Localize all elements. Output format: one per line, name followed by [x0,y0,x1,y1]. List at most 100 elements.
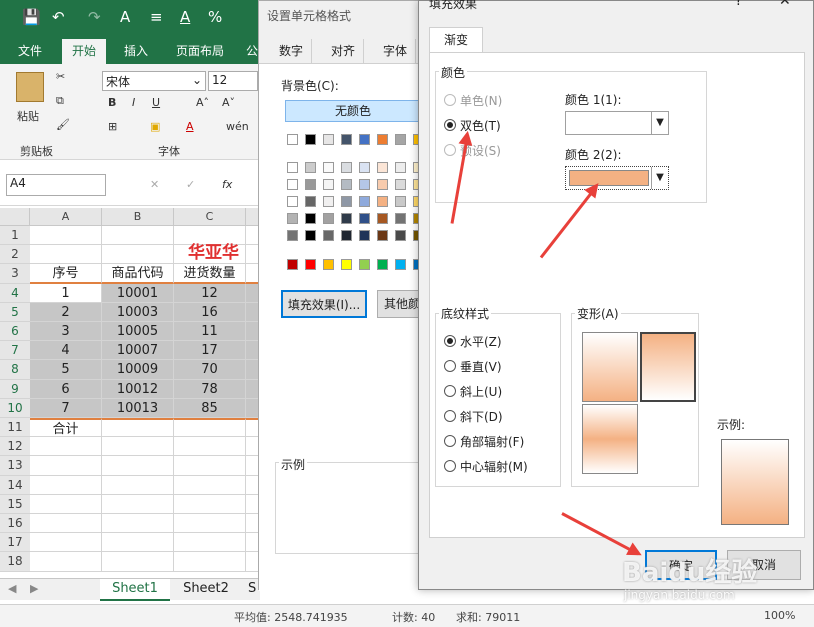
palette-swatch[interactable] [395,196,406,207]
cell-a3[interactable]: 序号 [30,264,102,284]
cell-a10[interactable]: 7 [30,398,102,418]
standard-color-swatch[interactable] [305,259,316,270]
percent-icon[interactable]: % [208,8,222,26]
cancel-icon[interactable]: ✕ [150,178,159,191]
palette-swatch[interactable] [305,196,316,207]
shading-radio[interactable] [444,435,456,447]
row-header[interactable]: 3 [0,264,30,284]
palette-swatch[interactable] [323,196,334,207]
cell-c15[interactable] [174,494,246,514]
row-header[interactable]: 14 [0,475,30,495]
copy-icon[interactable]: ⧉ [56,94,64,108]
cell-b17[interactable] [102,533,174,553]
palette-swatch[interactable] [323,230,334,241]
function-icon[interactable]: fx [222,178,232,191]
cell-c3[interactable]: 进货数量 [174,264,246,284]
standard-color-swatch[interactable] [287,259,298,270]
text-color-icon[interactable]: A [186,120,194,133]
cell-b10[interactable]: 10013 [102,398,174,418]
worksheet-grid[interactable]: A B C 1 2 3 序号 商品代码 进货数量 4 1 10001 12 5 2 10003 16 6 3 1… [0,208,260,578]
palette-swatch[interactable] [305,179,316,190]
palette-swatch[interactable] [359,162,370,173]
palette-swatch[interactable] [395,162,406,173]
color2-combo[interactable]: ▼ [565,166,669,190]
standard-color-swatch[interactable] [377,259,388,270]
bold-button[interactable]: B [108,96,116,109]
row-header[interactable]: 13 [0,456,30,476]
underline-button[interactable]: U [152,96,160,109]
tab-formulas[interactable]: 公 [246,42,258,59]
brush-icon[interactable]: 🖌 [56,118,70,131]
cell-b15[interactable] [102,494,174,514]
tab-gradient[interactable]: 渐变 [429,27,483,53]
font-size-select[interactable]: 12 [208,71,258,91]
shrink-font-icon[interactable]: A˅ [222,96,235,109]
cell-a11[interactable]: 合计 [30,418,102,438]
tab-alignment[interactable]: 对齐 [323,39,365,63]
cell-a1[interactable] [30,226,102,246]
shading-radio[interactable] [444,410,456,422]
tab-font[interactable]: 字体 [375,39,417,63]
sheet-tab-2[interactable]: Sheet2 [176,581,236,596]
tab-home[interactable]: 开始 [62,39,107,64]
cell-a4[interactable]: 1 [30,283,102,303]
palette-swatch[interactable] [395,134,406,145]
two-colors-radio[interactable] [444,119,456,131]
no-color-button[interactable]: 无颜色 [285,100,421,122]
palette-swatch[interactable] [359,230,370,241]
format-painter-icon[interactable]: A [120,8,130,26]
help-icon[interactable]: ? [735,0,742,9]
row-header[interactable]: 15 [0,494,30,514]
phonetic-icon[interactable]: wén [226,120,249,133]
palette-swatch[interactable] [395,213,406,224]
palette-swatch[interactable] [377,196,388,207]
palette-swatch[interactable] [377,162,388,173]
palette-swatch[interactable] [341,179,352,190]
cell-a14[interactable] [30,475,102,495]
cell-b8[interactable]: 10009 [102,360,174,380]
tab-file[interactable]: 文件 [18,42,42,59]
tab-page-layout[interactable]: 页面布局 [176,42,224,59]
cell-b9[interactable]: 10012 [102,379,174,399]
cell-a17[interactable] [30,533,102,553]
cell-a7[interactable]: 4 [30,341,102,361]
row-header[interactable]: 17 [0,533,30,553]
palette-swatch[interactable] [305,134,316,145]
palette-swatch[interactable] [377,230,388,241]
next-sheet-icon[interactable]: ▶ [30,582,38,595]
cell-c5[interactable]: 16 [174,302,246,322]
row-header[interactable]: 16 [0,514,30,534]
row-header[interactable]: 8 [0,360,30,380]
row-header[interactable]: 18 [0,552,30,572]
cell-c10[interactable]: 85 [174,398,246,418]
paste-icon[interactable] [16,72,44,102]
tab-insert[interactable]: 插入 [124,42,148,59]
palette-swatch[interactable] [395,179,406,190]
palette-swatch[interactable] [287,179,298,190]
cell-a16[interactable] [30,514,102,534]
cell-b7[interactable]: 10007 [102,341,174,361]
cell-a8[interactable]: 5 [30,360,102,380]
palette-swatch[interactable] [359,134,370,145]
palette-swatch[interactable] [377,134,388,145]
cell-b12[interactable] [102,437,174,457]
palette-swatch[interactable] [323,134,334,145]
tab-number[interactable]: 数字 [271,39,313,63]
grow-font-icon[interactable]: A˄ [196,96,209,109]
cell-a12[interactable] [30,437,102,457]
sheet-tab-3[interactable]: S [248,581,256,596]
palette-swatch[interactable] [287,162,298,173]
cell-b11[interactable] [102,418,174,438]
palette-swatch[interactable] [341,196,352,207]
cell-a15[interactable] [30,494,102,514]
color1-combo[interactable]: ▼ [565,111,669,135]
border-icon[interactable]: ⊞ [108,120,117,133]
cell-c9[interactable]: 78 [174,379,246,399]
cell-c6[interactable]: 11 [174,322,246,342]
palette-swatch[interactable] [323,213,334,224]
palette-swatch[interactable] [287,230,298,241]
row-header[interactable]: 9 [0,379,30,399]
row-header[interactable]: 2 [0,245,30,265]
palette-swatch[interactable] [305,213,316,224]
fill-color-icon[interactable]: ▣ [150,120,160,133]
